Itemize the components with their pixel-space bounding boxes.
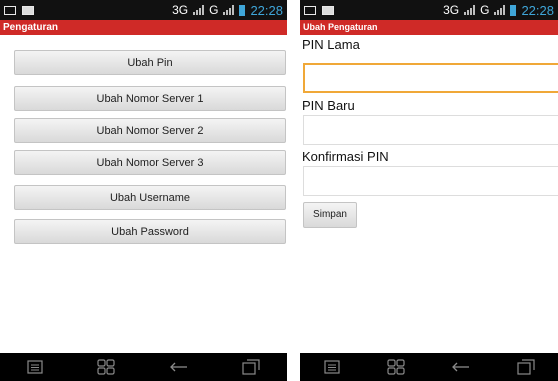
- network-3g-label: 3G: [172, 3, 189, 17]
- change-server-2-button[interactable]: Ubah Nomor Server 2: [14, 118, 286, 143]
- save-button[interactable]: Simpan: [303, 202, 357, 228]
- message-notification-icon: [4, 5, 16, 15]
- navigation-bar: [0, 353, 287, 381]
- change-password-button[interactable]: Ubah Password: [14, 219, 286, 244]
- clock: 22:28: [250, 2, 283, 18]
- confirm-pin-label: Konfirmasi PIN: [302, 149, 389, 164]
- back-icon[interactable]: [451, 361, 470, 373]
- image-notification-icon: [322, 5, 334, 15]
- network-g-label: G: [480, 3, 490, 17]
- signal-strength-icon: [494, 5, 506, 15]
- change-server-3-button[interactable]: Ubah Nomor Server 3: [14, 150, 286, 175]
- apps-icon[interactable]: [97, 359, 115, 375]
- back-icon[interactable]: [169, 361, 188, 373]
- change-server-1-button[interactable]: Ubah Nomor Server 1: [14, 86, 286, 111]
- battery-icon: [239, 4, 246, 16]
- network-g-label: G: [209, 3, 219, 17]
- old-pin-label: PIN Lama: [302, 37, 360, 52]
- signal-strength-icon: [223, 5, 235, 15]
- new-pin-label: PIN Baru: [302, 98, 355, 113]
- recent-apps-icon[interactable]: [516, 359, 535, 375]
- message-notification-icon: [304, 5, 316, 15]
- status-bar: 3G G 22:28: [0, 0, 287, 20]
- clock: 22:28: [521, 2, 554, 18]
- change-username-button[interactable]: Ubah Username: [14, 185, 286, 210]
- page-title: Ubah Pengaturan: [300, 20, 558, 35]
- image-notification-icon: [22, 5, 34, 15]
- menu-icon[interactable]: [323, 360, 340, 374]
- navigation-bar: [300, 353, 558, 381]
- signal-strength-icon: [193, 5, 205, 15]
- change-settings-screen: 3G G 22:28 Ubah Pengaturan PIN Lama PIN …: [300, 0, 558, 381]
- battery-icon: [510, 4, 517, 16]
- new-pin-input[interactable]: [303, 115, 558, 145]
- recent-apps-icon[interactable]: [242, 359, 260, 375]
- settings-screen: 3G G 22:28 Pengaturan Ubah Pin Ubah Nomo…: [0, 0, 287, 381]
- confirm-pin-input[interactable]: [303, 166, 558, 196]
- status-bar: 3G G 22:28: [300, 0, 558, 20]
- old-pin-input[interactable]: [303, 63, 558, 93]
- network-3g-label: 3G: [443, 3, 460, 17]
- page-title: Pengaturan: [0, 20, 287, 35]
- menu-icon[interactable]: [27, 360, 43, 374]
- apps-icon[interactable]: [386, 359, 405, 375]
- change-pin-button[interactable]: Ubah Pin: [14, 50, 286, 75]
- signal-strength-icon: [464, 5, 476, 15]
